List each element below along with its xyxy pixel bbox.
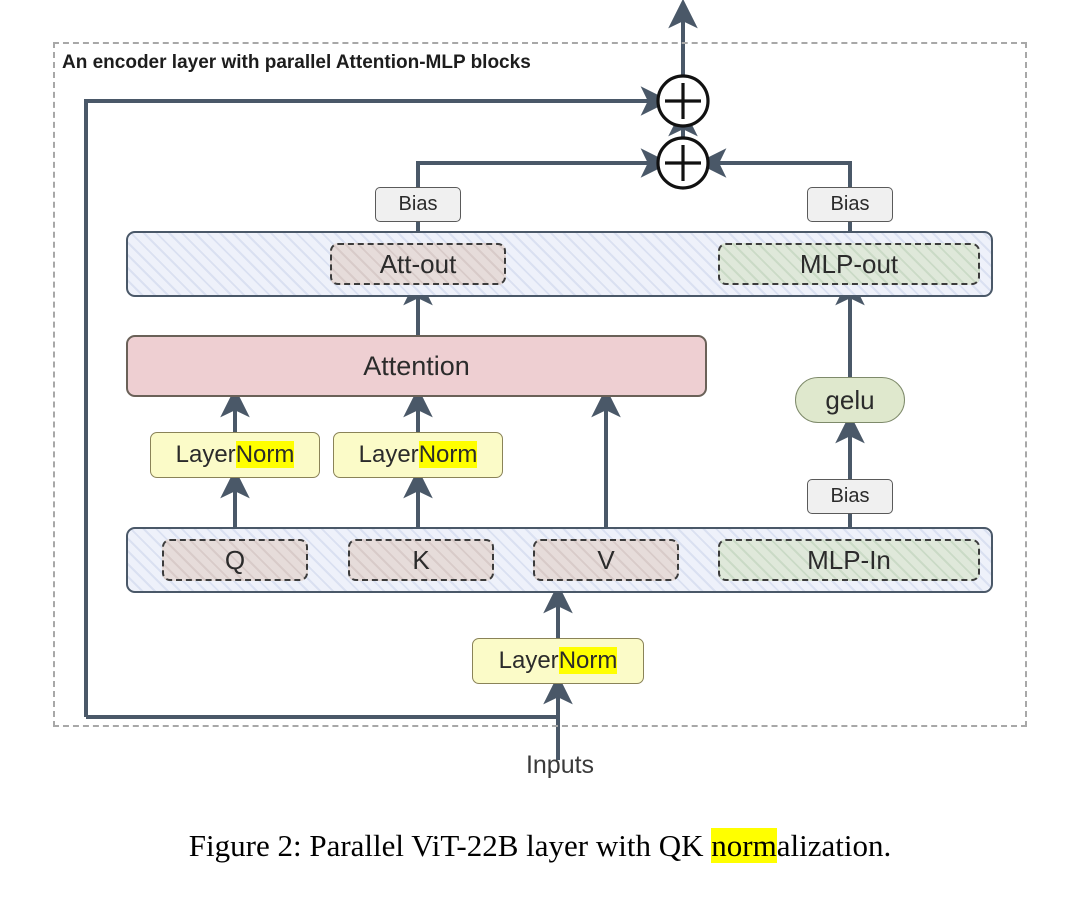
mlp-out-label: MLP-out — [799, 248, 899, 279]
mlp-out-block[interactable]: MLP-out — [718, 243, 980, 285]
key-block[interactable]: K — [348, 539, 494, 581]
mlp-in-block[interactable]: MLP-In — [718, 539, 980, 581]
figure-canvas: An encoder layer with parallel Attention… — [0, 0, 1080, 898]
gelu-activation[interactable]: gelu — [795, 377, 905, 423]
layernorm-label: LayerNorm — [498, 647, 618, 674]
key-label: K — [412, 544, 430, 575]
att-out-label: Att-out — [379, 248, 457, 279]
attention-block[interactable]: Attention — [126, 335, 707, 397]
bias-box-mlp-out[interactable]: Bias — [807, 187, 893, 222]
bias-label: Bias — [830, 193, 870, 215]
value-block[interactable]: V — [533, 539, 679, 581]
bias-label: Bias — [398, 193, 438, 215]
query-block[interactable]: Q — [162, 539, 308, 581]
layernorm-input[interactable]: LayerNorm — [472, 638, 644, 684]
inputs-label-wrap: Inputs — [480, 748, 640, 782]
caption-suffix: alization. — [776, 828, 892, 863]
bias-label: Bias — [830, 485, 870, 507]
bias-box-mlp-in[interactable]: Bias — [807, 479, 893, 514]
layernorm-query[interactable]: LayerNorm — [150, 432, 320, 478]
layernorm-label: LayerNorm — [358, 441, 478, 468]
layernorm-key[interactable]: LayerNorm — [333, 432, 503, 478]
mlp-in-label: MLP-In — [807, 544, 891, 575]
value-label: V — [597, 544, 615, 575]
figure-caption: Figure 2: Parallel ViT-22B layer with QK… — [0, 828, 1080, 864]
attention-label: Attention — [363, 350, 470, 381]
inputs-label: Inputs — [525, 750, 595, 779]
att-out-block[interactable]: Att-out — [330, 243, 506, 285]
layernorm-label: LayerNorm — [175, 441, 295, 468]
encoder-layer-title: An encoder layer with parallel Attention… — [62, 52, 531, 73]
gelu-label: gelu — [825, 384, 875, 415]
caption-highlight: norm — [711, 828, 777, 863]
caption-prefix: Figure 2: Parallel ViT-22B layer with QK — [188, 828, 712, 863]
query-label: Q — [224, 544, 246, 575]
bias-box-attention-out[interactable]: Bias — [375, 187, 461, 222]
